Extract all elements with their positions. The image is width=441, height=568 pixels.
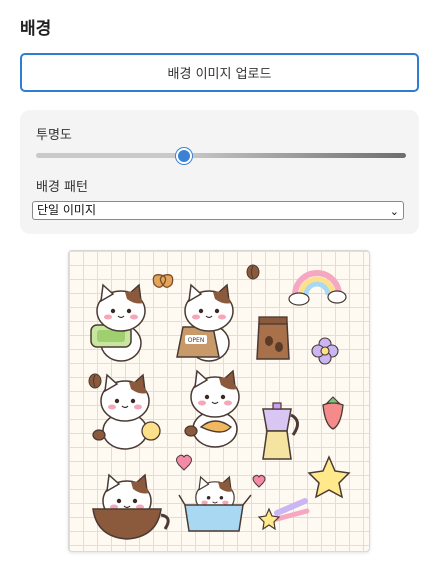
pattern-select[interactable]: 단일 이미지 ⌄ <box>32 201 404 220</box>
star-icon <box>307 455 351 499</box>
settings-panel: 투명도 배경 패턴 단일 이미지 ⌄ <box>20 110 419 234</box>
upload-background-image-button[interactable]: 배경 이미지 업로드 <box>20 53 419 92</box>
opacity-label: 투명도 <box>36 128 72 143</box>
opacity-slider-thumb[interactable] <box>176 148 192 164</box>
cat-icon <box>184 370 240 448</box>
rainbow-icon <box>288 270 347 306</box>
pattern-label: 배경 패턴 <box>36 180 88 195</box>
sticker-illustration: OPEN <box>88 264 351 540</box>
strawberry-icon <box>322 396 344 430</box>
cat-icon: OPEN <box>176 284 234 362</box>
pattern-select-value: 단일 이미지 <box>37 203 97 217</box>
coffee-bag-icon <box>256 316 290 360</box>
cat-icon <box>90 284 146 362</box>
box-icon <box>178 476 252 532</box>
section-title: 배경 <box>20 19 52 39</box>
background-preview: OPEN <box>68 250 370 552</box>
shooting-star-icon <box>257 498 310 531</box>
cat-icon <box>92 374 161 450</box>
flower-icon <box>311 337 339 365</box>
coffee-cup-icon <box>92 474 170 540</box>
open-sign-text: OPEN <box>188 337 205 344</box>
opacity-slider[interactable] <box>36 148 406 164</box>
moka-pot-icon <box>262 402 299 460</box>
pretzel-icon <box>152 274 174 288</box>
chevron-down-icon: ⌄ <box>389 205 399 218</box>
